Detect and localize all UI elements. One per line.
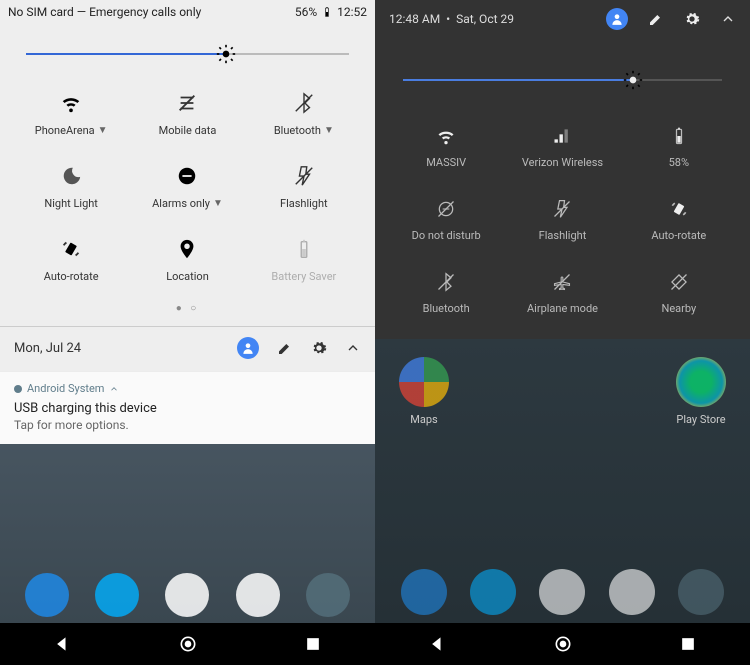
tile-location[interactable]: Location [132,238,242,283]
clock: 12:52 [337,5,367,19]
wifi-icon [60,92,82,114]
collapse-icon[interactable] [345,340,361,356]
battery-pct: 56% [295,5,317,19]
dock-app[interactable] [470,569,516,615]
flashlight-off-icon [552,199,572,219]
notification-source: Android System [14,382,361,395]
dock-app[interactable] [678,569,724,615]
qs-footer: Mon, Jul 24 [0,326,375,369]
tile-dnd[interactable]: Alarms only▼ [132,165,242,210]
tile-wifi[interactable]: MASSIV [391,126,501,169]
dock-app[interactable] [609,569,655,615]
user-avatar[interactable] [237,337,259,359]
notification-body: Tap for more options. [14,418,361,432]
tile-mobile-data[interactable]: Mobile data [132,92,242,137]
phone-light: No SIM card — Emergency calls only 56% 1… [0,0,375,665]
settings-icon[interactable] [311,340,327,356]
user-avatar[interactable] [606,8,628,30]
dnd-icon [176,165,198,187]
chevron-up-icon [109,384,119,394]
dock-app[interactable] [25,573,69,617]
brightness-slider[interactable] [26,42,349,66]
tile-night-light[interactable]: Night Light [16,165,126,210]
tile-battery-saver[interactable]: Battery Saver [249,238,359,283]
autorotate-icon [60,238,82,260]
notification-card[interactable]: Android System USB charging this device … [0,372,375,444]
dock-app[interactable] [401,569,447,615]
battery-icon [293,238,315,260]
notification-title: USB charging this device [14,401,361,416]
nav-bar [375,623,750,665]
quick-settings-panel: PhoneArena▼ Mobile data Bluetooth▼ Night… [0,24,375,326]
settings-icon[interactable] [684,11,700,27]
tile-battery[interactable]: 58% [624,126,734,169]
tile-bluetooth[interactable]: Bluetooth▼ [249,92,359,137]
page-indicator: ● ○ [10,299,365,322]
sim-status: No SIM card — Emergency calls only [8,5,201,19]
flashlight-off-icon [293,165,315,187]
tile-cellular[interactable]: Verizon Wireless [507,126,617,169]
tile-wifi[interactable]: PhoneArena▼ [16,92,126,137]
recents-button[interactable] [678,634,698,654]
location-icon [176,238,198,260]
dnd-off-icon [436,199,456,219]
status-bar: No SIM card — Emergency calls only 56% 1… [0,0,375,24]
nav-bar [0,623,375,665]
dock-app[interactable] [165,573,209,617]
bluetooth-off-icon [436,272,456,292]
edit-icon[interactable] [648,11,664,27]
bluetooth-off-icon [293,92,315,114]
tile-flashlight[interactable]: Flashlight [507,199,617,242]
tile-dnd[interactable]: Do not disturb [391,199,501,242]
wifi-icon [436,126,456,146]
back-button[interactable] [428,634,448,654]
collapse-icon[interactable] [720,11,736,27]
brightness-icon [623,70,643,90]
tile-nearby[interactable]: Nearby [624,272,734,315]
dock-app[interactable] [306,573,350,617]
nearby-off-icon [669,272,689,292]
battery-icon [669,126,689,146]
quick-settings-panel: MASSIV Verizon Wireless 58% Do not distu… [375,34,750,339]
person-icon [610,12,624,26]
dock-app[interactable] [95,573,139,617]
qs-header: 12:48 AM • Sat, Oct 29 [375,0,750,34]
mobile-data-off-icon [176,92,198,114]
tile-bluetooth[interactable]: Bluetooth [391,272,501,315]
chevron-down-icon: ▼ [213,198,223,209]
app-play-store[interactable]: Play Store [676,357,726,426]
signal-icon [552,126,572,146]
person-icon [241,341,255,355]
moon-icon [60,165,82,187]
recents-button[interactable] [303,634,323,654]
chevron-down-icon: ▼ [324,125,334,136]
qs-tiles: PhoneArena▼ Mobile data Bluetooth▼ Night… [10,84,365,299]
home-button[interactable] [553,634,573,654]
home-screen [0,444,375,623]
dock-app[interactable] [236,573,280,617]
brightness-slider[interactable] [403,68,722,92]
date: Mon, Jul 24 [14,341,81,356]
tile-auto-rotate[interactable]: Auto-rotate [624,199,734,242]
home-screen: Maps Play Store [375,339,750,623]
back-button[interactable] [53,634,73,654]
dock-app[interactable] [539,569,585,615]
home-button[interactable] [178,634,198,654]
edit-icon[interactable] [277,340,293,356]
app-maps[interactable]: Maps [399,357,449,426]
brightness-icon [216,44,236,64]
chevron-down-icon: ▼ [98,125,108,136]
tile-airplane[interactable]: Airplane mode [507,272,617,315]
battery-icon [321,6,333,18]
tile-auto-rotate[interactable]: Auto-rotate [16,238,126,283]
status-time-date: 12:48 AM • Sat, Oct 29 [389,12,514,26]
phone-dark: 12:48 AM • Sat, Oct 29 MASSIV Verizon Wi [375,0,750,665]
qs-tiles: MASSIV Verizon Wireless 58% Do not distu… [385,116,740,325]
airplane-off-icon [552,272,572,292]
tile-flashlight[interactable]: Flashlight [249,165,359,210]
autorotate-icon [669,199,689,219]
